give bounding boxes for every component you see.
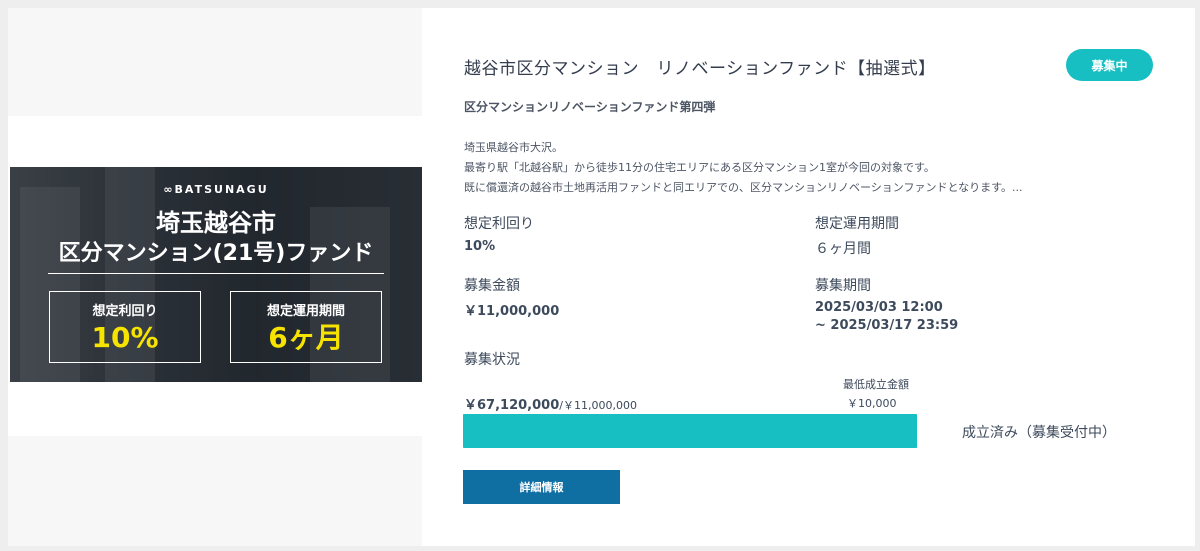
fund-subtitle: 区分マンションリノベーションファンド第四弾 [464, 100, 716, 114]
recruit-start: 2025/03/03 12:00 [815, 300, 943, 315]
amount-label: 募集金額 [464, 278, 520, 294]
banner-container: ∞BATSUNAGU 埼玉越谷市 区分マンション(21号)ファンド 想定利回り … [8, 116, 422, 436]
raised-amount: ￥67,120,000/￥11,000,000 [464, 394, 637, 413]
fund-card: ∞BATSUNAGU 埼玉越谷市 区分マンション(21号)ファンド 想定利回り … [8, 8, 1195, 546]
banner-yield-box: 想定利回り 10% [49, 291, 201, 363]
banner-period-value: 6ヶ月 [268, 321, 344, 354]
description-line: 埼玉県越谷市大沢。 [464, 141, 563, 154]
banner-divider [48, 273, 384, 274]
banner-yield-label: 想定利回り [92, 304, 158, 319]
progress-bar [463, 414, 917, 448]
fund-details: 越谷市区分マンション リノベーションファンド【抽選式】 募集中 区分マンションリ… [422, 8, 1195, 546]
fund-description: 埼玉県越谷市大沢。 最寄り駅「北越谷駅」から徒歩11分の住宅エリアにある区分マン… [464, 138, 1164, 198]
status-badge: 募集中 [1066, 49, 1153, 81]
yield-label: 想定利回り [464, 216, 534, 232]
banner-brand-logo: ∞BATSUNAGU [163, 183, 269, 196]
result-status: 成立済み（募集受付中） [962, 425, 1116, 441]
image-pane: ∞BATSUNAGU 埼玉越谷市 区分マンション(21号)ファンド 想定利回り … [8, 8, 422, 546]
detail-button[interactable]: 詳細情報 [463, 470, 620, 504]
fund-banner-image[interactable]: ∞BATSUNAGU 埼玉越谷市 区分マンション(21号)ファンド 想定利回り … [10, 167, 422, 382]
yield-value: 10% [464, 239, 496, 254]
banner-period-label: 想定運用期間 [266, 304, 345, 319]
description-line: 既に償還済の越谷市土地再活用ファンドと同エリアでの、区分マンションリノベーション… [464, 181, 1023, 194]
recruit-period-label: 募集期間 [815, 278, 871, 294]
amount-value: ￥11,000,000 [464, 304, 560, 319]
recruit-end: ~ 2025/03/17 23:59 [815, 318, 959, 333]
banner-title-line1: 埼玉越谷市 [156, 209, 276, 237]
banner-title-line2: 区分マンション(21号)ファンド [58, 241, 374, 266]
min-amount-label: 最低成立金額 [843, 378, 909, 391]
banner-yield-value: 10% [91, 321, 159, 354]
progress-fill [463, 414, 917, 448]
target-value: /￥11,000,000 [559, 399, 637, 412]
period-value: ６ヶ月間 [815, 241, 871, 257]
fund-title[interactable]: 越谷市区分マンション リノベーションファンド【抽選式】 [464, 54, 936, 79]
raised-value: ￥67,120,000 [464, 398, 560, 413]
min-amount-value: ￥10,000 [847, 397, 897, 410]
description-line: 最寄り駅「北越谷駅」から徒歩11分の住宅エリアにある区分マンション1室が今回の対… [464, 161, 935, 174]
period-label: 想定運用期間 [815, 216, 899, 232]
banner-period-box: 想定運用期間 6ヶ月 [230, 291, 382, 363]
status-label: 募集状況 [464, 352, 520, 368]
